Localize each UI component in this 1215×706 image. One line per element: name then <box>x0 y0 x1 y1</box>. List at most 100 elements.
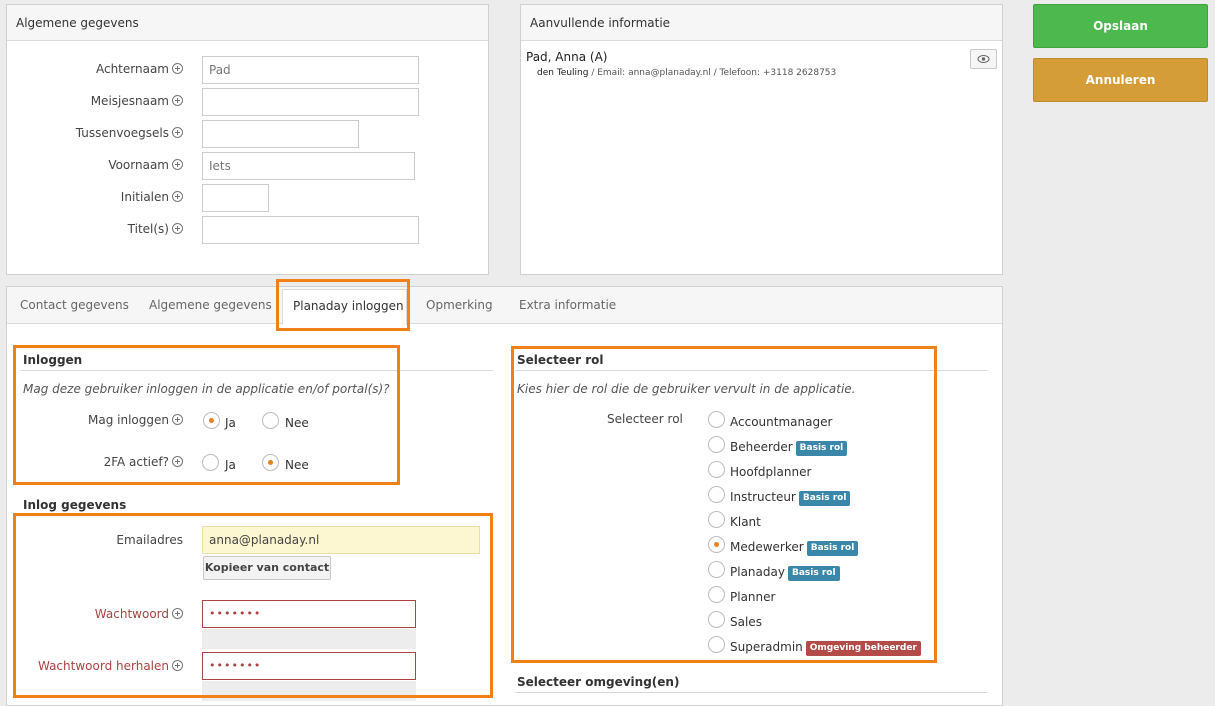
may-login-ja-label: Ja <box>225 416 236 430</box>
field-label-meisjesnaam: Meisjesnaam <box>91 94 183 108</box>
role-badge: Basis rol <box>806 541 859 556</box>
password-repeat-strength-bar <box>202 681 416 701</box>
credentials-section-title: Inlog gegevens <box>23 498 127 512</box>
tab-extra-informatie[interactable]: Extra informatie <box>519 298 616 312</box>
field-label-tussenvoegsels: Tussenvoegsels <box>76 126 183 140</box>
role-option-label: Superadmin <box>730 640 803 654</box>
password-repeat-label: Wachtwoord herhalen <box>38 659 183 673</box>
role-description: Kies hier de rol die de gebruiker vervul… <box>517 382 856 396</box>
role-radio[interactable] <box>708 461 725 478</box>
person-city: den Teuling <box>537 68 589 78</box>
role-section-rule <box>515 370 987 371</box>
plus-circle-icon[interactable] <box>172 191 183 202</box>
cancel-button[interactable]: Annuleren <box>1033 58 1208 102</box>
email-input[interactable]: anna@planaday.nl <box>202 526 480 554</box>
role-option-label: Hoofdplanner <box>730 465 812 479</box>
field-label-achternaam: Achternaam <box>96 62 183 76</box>
plus-circle-icon[interactable] <box>172 127 183 138</box>
role-badge: Basis rol <box>795 441 848 456</box>
role-badge: Basis rol <box>798 491 851 506</box>
tussenvoegsels-input[interactable] <box>202 120 359 148</box>
role-option: Hoofdplanner <box>730 465 811 479</box>
role-option: Klant <box>730 515 761 529</box>
password-label: Wachtwoord <box>95 607 183 621</box>
tabs-panel: Contact gegevens Algemene gegevens Plana… <box>6 286 1003 706</box>
general-panel: Algemene gegevens Achternaam Pad Meisjes… <box>6 4 489 275</box>
tab-planaday-inloggen-label: Planaday inloggen <box>293 299 404 313</box>
role-option-label: Beheerder <box>730 440 793 454</box>
may-login-label: Mag inloggen <box>88 413 183 427</box>
twofa-label: 2FA actief? <box>104 455 183 469</box>
role-option-label: Accountmanager <box>730 415 833 429</box>
role-option: Sales <box>730 615 762 629</box>
may-login-nee-radio[interactable] <box>262 412 279 429</box>
person-contact: / Email: anna@planaday.nl / Telefoon: +3… <box>588 68 837 78</box>
meisjesnaam-input[interactable] <box>202 88 419 116</box>
plus-circle-icon[interactable] <box>172 95 183 106</box>
tab-planaday-inloggen[interactable]: Planaday inloggen <box>282 289 407 325</box>
field-label-initialen: Initialen <box>121 190 183 204</box>
password-input[interactable]: ••••••• <box>202 600 416 628</box>
role-badge: Omgeving beheerder <box>805 641 921 656</box>
role-radio[interactable] <box>708 486 725 503</box>
role-radio[interactable] <box>708 411 725 428</box>
role-field-label: Selecteer rol <box>607 412 683 426</box>
plus-circle-icon[interactable] <box>172 223 183 234</box>
copy-from-contact-button[interactable]: Kopieer van contact <box>203 556 331 580</box>
may-login-ja-radio[interactable] <box>203 412 220 429</box>
email-label: Emailadres <box>116 533 183 547</box>
plus-circle-icon[interactable] <box>172 63 183 74</box>
plus-circle-icon[interactable] <box>172 414 183 425</box>
general-panel-title: Algemene gegevens <box>7 5 488 41</box>
role-radio[interactable] <box>708 611 725 628</box>
eye-icon <box>977 55 990 63</box>
role-option-label: Planner <box>730 590 776 604</box>
password-repeat-input[interactable]: ••••••• <box>202 652 416 680</box>
twofa-ja-radio[interactable] <box>202 454 219 471</box>
role-option: Planaday Basis rol <box>730 565 840 581</box>
twofa-nee-radio[interactable] <box>262 454 279 471</box>
tab-algemene-gegevens[interactable]: Algemene gegevens <box>149 298 272 312</box>
role-option-label: Instructeur <box>730 490 796 504</box>
plus-circle-icon[interactable] <box>172 159 183 170</box>
role-option: Planner <box>730 590 775 604</box>
person-details: den Teuling / Email: anna@planaday.nl / … <box>537 68 836 78</box>
achternaam-input[interactable]: Pad <box>202 56 419 84</box>
role-radio[interactable] <box>708 636 725 653</box>
password-strength-bar <box>202 629 416 649</box>
plus-circle-icon[interactable] <box>172 456 183 467</box>
twofa-nee-label: Nee <box>285 458 309 472</box>
login-section-rule <box>21 370 493 371</box>
view-button[interactable] <box>970 49 997 69</box>
environment-section-title: Selecteer omgeving(en) <box>517 675 680 689</box>
tab-opmerking[interactable]: Opmerking <box>426 298 493 312</box>
extra-info-panel: Aanvullende informatie Pad, Anna (A) den… <box>520 4 1003 275</box>
plus-circle-icon[interactable] <box>172 608 183 619</box>
person-name: Pad, Anna (A) <box>526 50 608 64</box>
field-label-voornaam: Voornaam <box>108 158 183 172</box>
role-radio[interactable] <box>708 586 725 603</box>
login-question: Mag deze gebruiker inloggen in de applic… <box>23 382 390 396</box>
role-option-label: Planaday <box>730 565 785 579</box>
tab-contact-gegevens[interactable]: Contact gegevens <box>20 298 129 312</box>
role-radio[interactable] <box>708 536 725 553</box>
role-badge: Basis rol <box>787 566 840 581</box>
field-label-titels: Titel(s) <box>128 222 183 236</box>
role-radio[interactable] <box>708 561 725 578</box>
save-button[interactable]: Opslaan <box>1033 4 1208 48</box>
role-radio[interactable] <box>708 511 725 528</box>
role-option-label: Medewerker <box>730 540 804 554</box>
login-section-title: Inloggen <box>23 353 83 367</box>
plus-circle-icon[interactable] <box>172 660 183 671</box>
extra-info-title: Aanvullende informatie <box>521 5 1002 41</box>
role-section-title: Selecteer rol <box>517 353 604 367</box>
voornaam-input[interactable]: Iets <box>202 152 415 180</box>
role-option: Instructeur Basis rol <box>730 490 851 506</box>
role-option: Beheerder Basis rol <box>730 440 848 456</box>
role-option: Medewerker Basis rol <box>730 540 859 556</box>
titels-input[interactable] <box>202 216 419 244</box>
initialen-input[interactable] <box>202 184 269 212</box>
environment-section-rule <box>515 692 987 693</box>
role-radio[interactable] <box>708 436 725 453</box>
twofa-ja-label: Ja <box>225 458 236 472</box>
